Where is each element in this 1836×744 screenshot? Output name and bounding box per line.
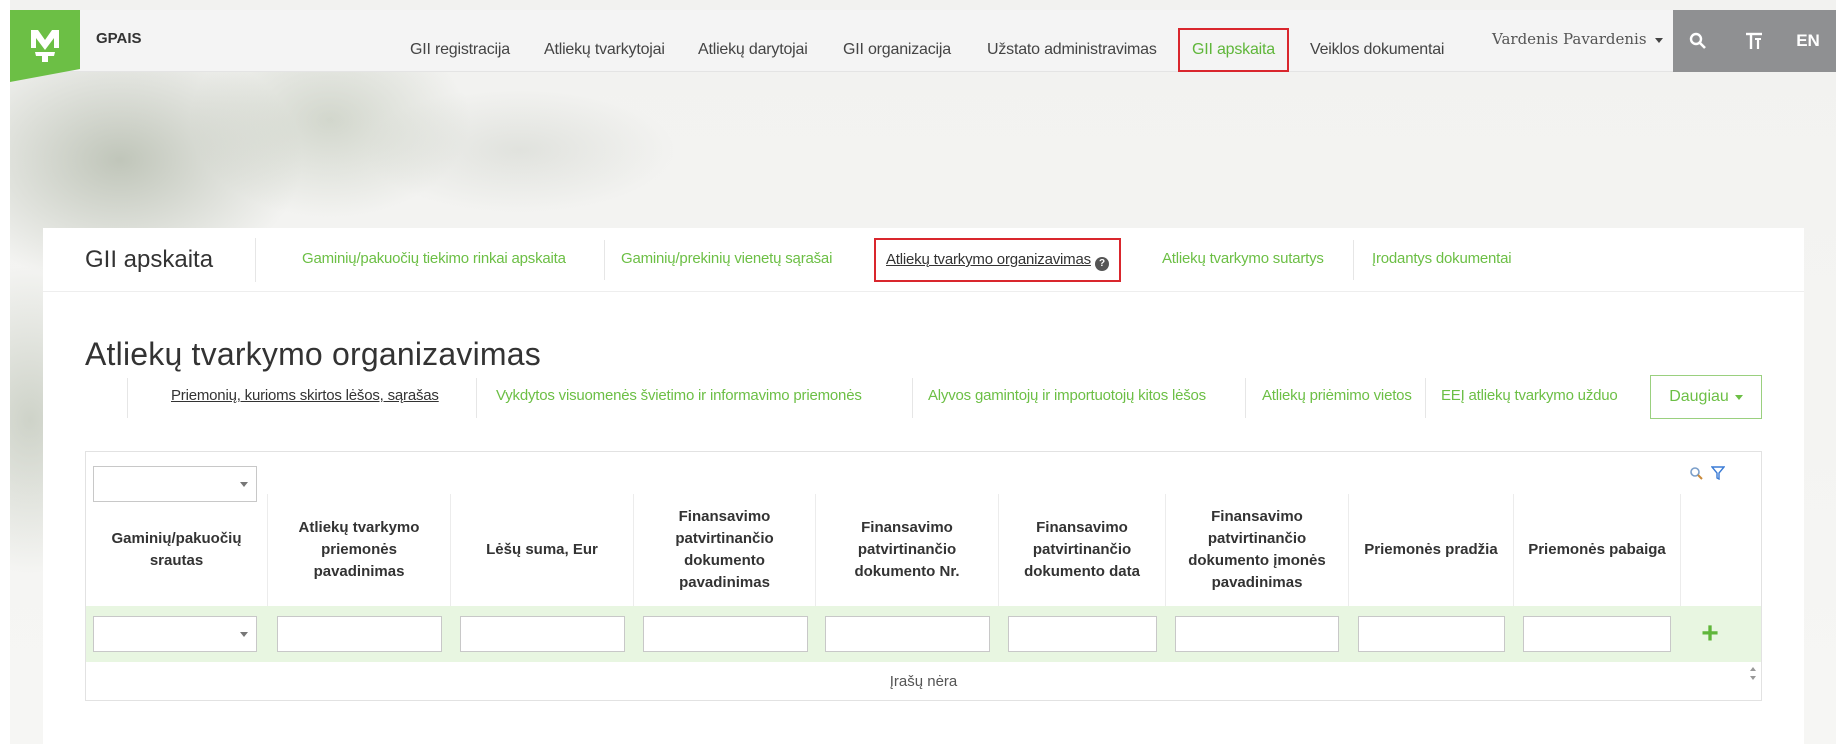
add-button[interactable]: + (1690, 614, 1730, 654)
priemones-pabaiga-input[interactable] (1523, 616, 1671, 652)
subnav-active-label: Atliekų tvarkymo organizavimas (886, 251, 1091, 268)
priemones-pradzia-input[interactable] (1358, 616, 1505, 652)
help-icon[interactable]: ? (1094, 257, 1109, 271)
tab-svietimo-priemones[interactable]: Vykdytos visuomenės švietimo ir informav… (496, 387, 862, 404)
chevron-down-icon (1654, 37, 1663, 43)
page-title: Atliekų tvarkymo organizavimas (85, 336, 541, 372)
table-toolbar (86, 452, 1761, 502)
language-switch[interactable]: EN (1783, 10, 1833, 72)
utility-bar: EN (1673, 10, 1836, 72)
scroll-up-icon[interactable] (1750, 667, 1756, 671)
srautas-select[interactable] (93, 616, 257, 652)
col-priemones-pavadinimas[interactable]: Atliekų tvarkymo priemonės pavadinimas (268, 494, 451, 606)
col-lesu-suma[interactable]: Lėšų suma, Eur (451, 494, 634, 606)
dokumento-pavadinimas-input[interactable] (643, 616, 808, 652)
tab-eei-uzduotys[interactable]: EEĮ atliekų tvarkymo užduo (1441, 387, 1618, 404)
nav-uzstato-administravimas[interactable]: Užstato administravimas (987, 28, 1157, 72)
tab-alyvos-lesos[interactable]: Alyvos gamintojų ir importuotojų kitos l… (928, 387, 1206, 404)
section-header: GII apskaita Gaminių/pakuočių tiekimo ri… (43, 228, 1804, 292)
nav-atlieku-tvarkytojai[interactable]: Atliekų tvarkytojai (544, 28, 665, 72)
subnav-vienetu-sarasai[interactable]: Gaminių/prekinių vienetų sąrašai (621, 250, 832, 267)
search-icon[interactable] (1673, 10, 1723, 72)
imones-pavadinimas-input[interactable] (1175, 616, 1339, 652)
col-dokumento-nr[interactable]: Finansavimo patvirtinančio dokumento Nr. (816, 494, 999, 606)
dokumento-data-input[interactable] (1008, 616, 1157, 652)
col-srautas[interactable]: Gaminių/pakuočių srautas (86, 494, 268, 606)
user-menu[interactable]: Vardenis Pavardenis (1492, 30, 1663, 48)
dokumento-nr-input[interactable] (825, 616, 990, 652)
empty-message: Įrašų nėra (889, 672, 958, 690)
subnav-sutartys[interactable]: Atliekų tvarkymo sutartys (1162, 250, 1324, 267)
lesu-suma-input[interactable] (460, 616, 625, 652)
subnav-irodantys-dokumentai[interactable]: Įrodantys dokumentai (1372, 250, 1512, 267)
nav-gii-registracija[interactable]: GII registracija (410, 28, 510, 72)
section-title: GII apskaita (85, 246, 214, 273)
chevron-down-icon (1734, 394, 1743, 400)
table-tools (1689, 466, 1725, 480)
new-record-row: + (86, 606, 1761, 662)
left-edge (0, 0, 10, 744)
col-dokumento-data[interactable]: Finansavimo patvirtinančio dokumento dat… (999, 494, 1166, 606)
tab-priemoniu-sarasas[interactable]: Priemonių, kurioms skirtos lėšos, sąraša… (171, 387, 439, 404)
app-name: GPAIS (96, 30, 142, 47)
tab-priemimo-vietos[interactable]: Atliekų priėmimo vietos (1262, 387, 1412, 404)
col-priemones-pradzia[interactable]: Priemonės pradžia (1349, 494, 1514, 606)
logo-icon (31, 30, 59, 62)
filter-icon[interactable] (1711, 466, 1725, 480)
nav-atlieku-darytojai[interactable]: Atliekų darytojai (698, 28, 808, 72)
nav-gii-organizacija[interactable]: GII organizacija (843, 28, 951, 72)
font-size-icon[interactable] (1729, 10, 1779, 72)
user-name: Vardenis Pavardenis (1492, 30, 1647, 48)
scroll-down-icon[interactable] (1750, 676, 1756, 680)
col-priemones-pabaiga[interactable]: Priemonės pabaiga (1514, 494, 1681, 606)
col-dokumento-pavadinimas[interactable]: Finansavimo patvirtinančio dokumento pav… (634, 494, 816, 606)
subnav-tiekimo-apskaita[interactable]: Gaminių/pakuočių tiekimo rinkai apskaita (302, 250, 566, 267)
table-header: Gaminių/pakuočių srautas Atliekų tvarkym… (86, 494, 1761, 606)
subnav-atlieku-tvarkymo-organizavimas[interactable]: Atliekų tvarkymo organizavimas? (874, 238, 1121, 282)
nav-gii-apskaita[interactable]: GII apskaita (1178, 28, 1289, 72)
search-icon[interactable] (1689, 466, 1703, 480)
divider (255, 238, 256, 282)
main-card: GII apskaita Gaminių/pakuočių tiekimo ri… (43, 228, 1804, 744)
table-panel: Gaminių/pakuočių srautas Atliekų tvarkym… (85, 451, 1762, 701)
priemones-pavadinimas-input[interactable] (277, 616, 442, 652)
table-scrollbar[interactable] (1747, 662, 1759, 700)
more-dropdown-button[interactable]: Daugiau (1650, 375, 1762, 419)
col-imones-pavadinimas[interactable]: Finansavimo patvirtinančio dokumento įmo… (1166, 494, 1349, 606)
nav-veiklos-dokumentai[interactable]: Veiklos dokumentai (1310, 28, 1444, 72)
more-label: Daugiau (1669, 388, 1729, 405)
